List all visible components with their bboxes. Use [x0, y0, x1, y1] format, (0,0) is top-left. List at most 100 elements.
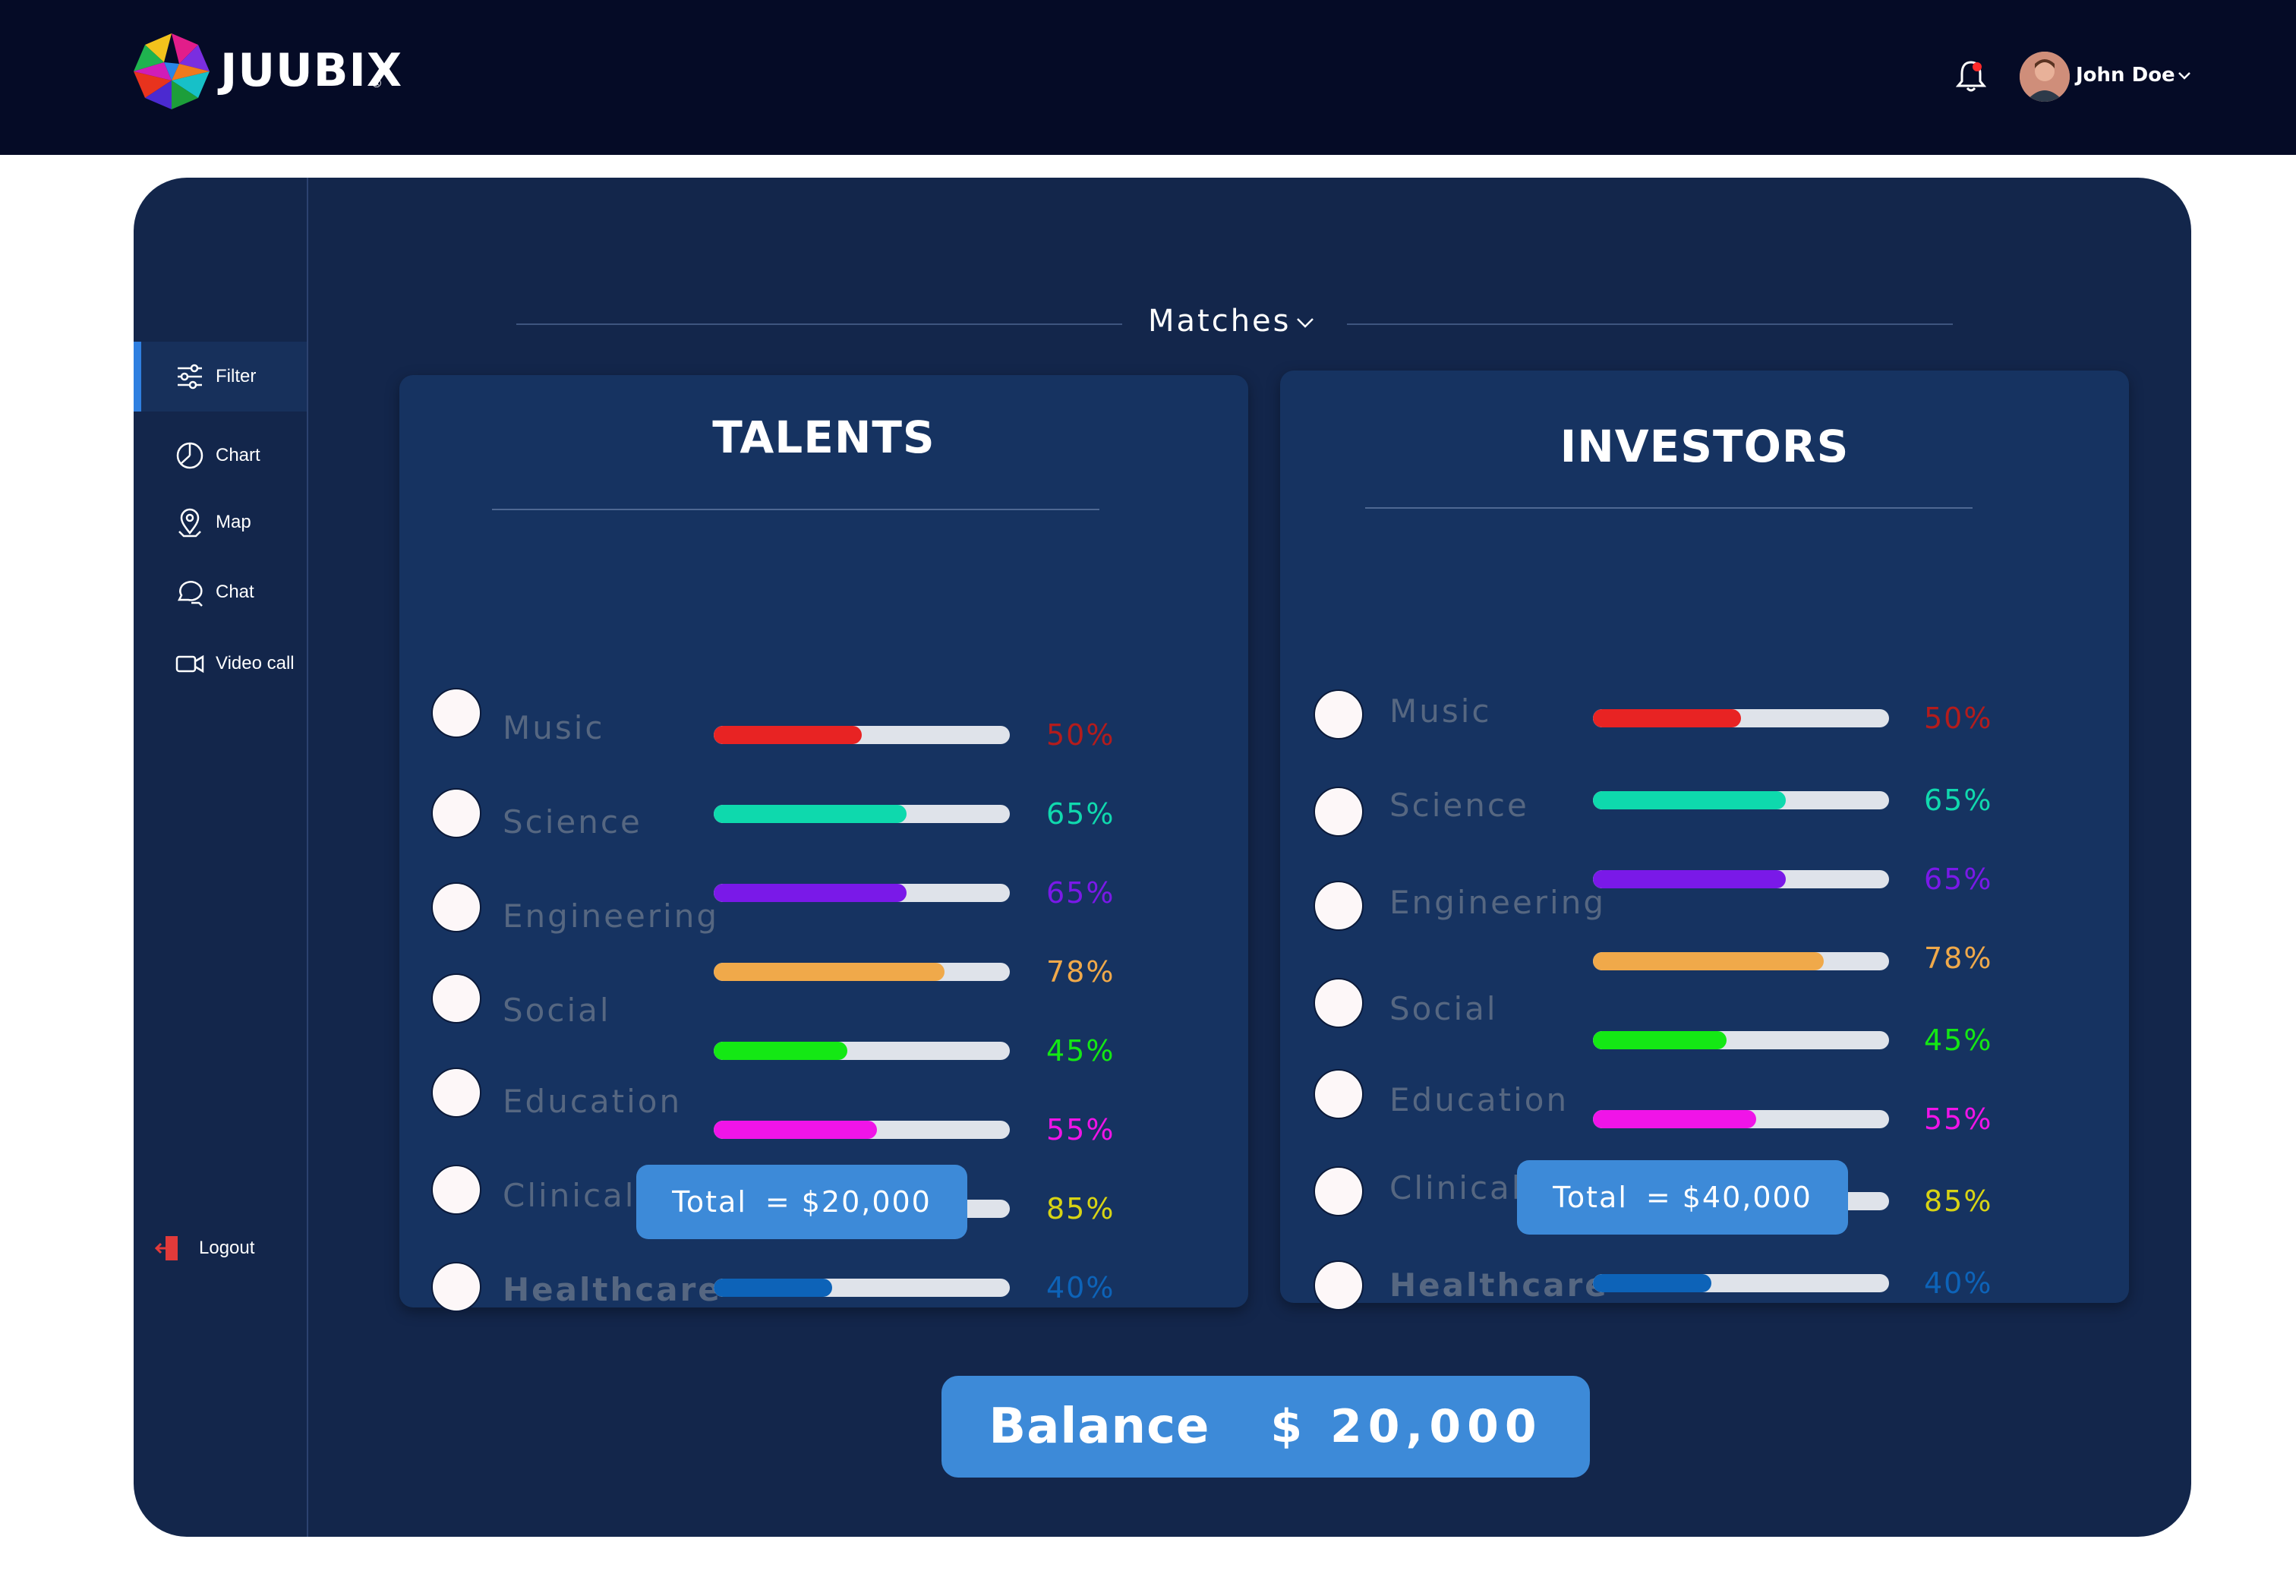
category-label: Music: [1389, 692, 1492, 730]
logout-icon: [154, 1236, 178, 1260]
card-title: INVESTORS: [1560, 421, 1850, 472]
progress-bar-fill: [1593, 952, 1824, 970]
progress-bar: [1593, 709, 1889, 727]
progress-bar: [1593, 1110, 1889, 1128]
total-button[interactable]: Total = $20,000: [636, 1165, 967, 1239]
percent-label: 65%: [1046, 876, 1115, 910]
radio-education[interactable]: [1314, 1069, 1364, 1119]
sidebar-item-label: Video call: [216, 653, 295, 673]
total-label: Total: [672, 1185, 747, 1219]
radio-education[interactable]: [431, 1068, 481, 1118]
percent-label: 40%: [1046, 1271, 1115, 1304]
progress-bar: [714, 884, 1010, 902]
percent-label: 65%: [1046, 797, 1115, 831]
progress-bar-fill: [1593, 709, 1741, 727]
category-label: Engineering: [1389, 884, 1606, 921]
category-label: Social: [503, 992, 611, 1029]
category-label: Clinical: [503, 1177, 636, 1214]
sliders-icon: [178, 364, 202, 390]
balance-label: Balance: [989, 1399, 1210, 1455]
sidebar-item-label: Filter: [216, 366, 257, 386]
total-button[interactable]: Total = $40,000: [1517, 1160, 1848, 1235]
percent-label: 85%: [1046, 1192, 1115, 1225]
radio-social[interactable]: [1314, 978, 1364, 1028]
progress-bar-fill: [1593, 1274, 1711, 1292]
radio-healthcare[interactable]: [431, 1262, 481, 1312]
radio-engineering[interactable]: [431, 882, 481, 932]
brand-registered-mark: ®: [371, 76, 383, 90]
top-bar: JUUBIX ® John Doe: [0, 0, 2296, 155]
main-panel: Filter Chart Map Chat Video call Logout …: [134, 178, 2191, 1537]
progress-bar: [1593, 1274, 1889, 1292]
progress-bar: [714, 1042, 1010, 1060]
progress-bar: [1593, 952, 1889, 970]
category-label: Music: [503, 709, 605, 746]
progress-bar: [714, 726, 1010, 744]
radio-social[interactable]: [431, 973, 481, 1024]
progress-bar-fill: [714, 963, 945, 981]
progress-bar: [1593, 791, 1889, 809]
category-label: Healthcare: [503, 1271, 722, 1308]
radio-engineering[interactable]: [1314, 881, 1364, 931]
percent-label: 78%: [1046, 955, 1115, 989]
sidebar-divider: [307, 178, 308, 1537]
balance-value: $ 20,000: [1270, 1400, 1543, 1453]
radio-clinical[interactable]: [431, 1165, 481, 1215]
sidebar-item-video-call[interactable]: Video call: [134, 629, 307, 699]
card-title: TALENTS: [712, 412, 935, 463]
category-label: Engineering: [503, 897, 719, 935]
chevron-down-icon[interactable]: [2176, 67, 2193, 84]
progress-bar-fill: [714, 1279, 832, 1297]
sidebar-item-label: Map: [216, 512, 251, 532]
sidebar-item-chart[interactable]: Chart: [134, 421, 307, 490]
percent-label: 45%: [1924, 1024, 1993, 1057]
progress-bar-fill: [714, 1042, 847, 1060]
radio-science[interactable]: [431, 788, 481, 838]
logo-icon[interactable]: [134, 33, 210, 109]
sidebar-item-map[interactable]: Map: [134, 487, 307, 557]
bell-icon[interactable]: [1956, 59, 1986, 94]
progress-bar-fill: [714, 726, 862, 744]
sidebar-item-chat[interactable]: Chat: [134, 557, 307, 627]
card-divider: [1365, 507, 1973, 509]
radio-science[interactable]: [1314, 787, 1364, 837]
radio-music[interactable]: [1314, 689, 1364, 740]
percent-label: 50%: [1046, 718, 1115, 752]
category-label: Social: [1389, 990, 1498, 1027]
category-label: Healthcare: [1389, 1266, 1609, 1304]
progress-bar: [714, 1279, 1010, 1297]
category-label: Clinical: [1389, 1169, 1523, 1206]
radio-music[interactable]: [431, 688, 481, 738]
total-value: $40,000: [1682, 1181, 1812, 1214]
pie-chart-icon: [176, 442, 203, 469]
progress-bar: [714, 1121, 1010, 1139]
map-pin-icon: [178, 508, 201, 538]
talents-card: TALENTS Music Science Engineering Social Edu…: [399, 375, 1248, 1312]
progress-bar-fill: [1593, 1110, 1756, 1128]
notification-dot: [1973, 62, 1982, 71]
percent-label: 78%: [1924, 942, 1993, 975]
total-label: Total: [1553, 1181, 1628, 1214]
matches-divider-right: [1347, 323, 1953, 325]
investors-card: INVESTORS Music Science Engineering Social E…: [1280, 371, 2129, 1311]
matches-divider-left: [516, 323, 1122, 325]
total-equals: =: [765, 1185, 791, 1219]
category-label: Science: [503, 803, 642, 841]
percent-label: 55%: [1924, 1102, 1993, 1136]
user-name[interactable]: John Doe: [2076, 64, 2175, 87]
progress-bar: [1593, 1031, 1889, 1049]
matches-dropdown-label[interactable]: Matches: [1148, 304, 1292, 339]
avatar[interactable]: [2020, 52, 2070, 102]
sidebar-item-filter[interactable]: Filter: [134, 342, 307, 412]
radio-clinical[interactable]: [1314, 1166, 1364, 1216]
percent-label: 45%: [1046, 1034, 1115, 1068]
progress-bar: [1593, 870, 1889, 888]
logout-button[interactable]: Logout: [134, 1213, 307, 1283]
progress-bar-fill: [714, 884, 907, 902]
balance-button[interactable]: Balance $ 20,000: [941, 1376, 1590, 1478]
percent-label: 55%: [1046, 1113, 1115, 1147]
radio-healthcare[interactable]: [1314, 1260, 1364, 1311]
percent-label: 50%: [1924, 702, 1993, 735]
logout-label: Logout: [199, 1238, 255, 1258]
chevron-down-icon[interactable]: [1294, 311, 1317, 334]
